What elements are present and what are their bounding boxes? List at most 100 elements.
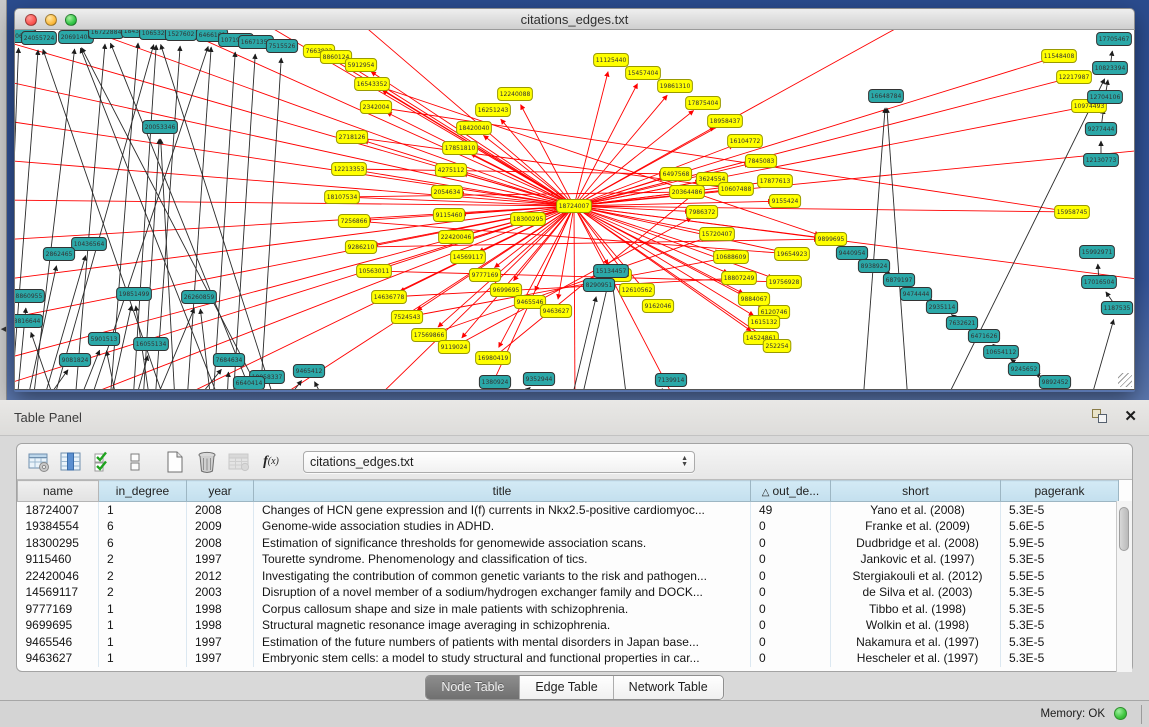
network-node[interactable]: 2054634 bbox=[431, 186, 462, 199]
table-row[interactable]: 1456911722003Disruption of a novel membe… bbox=[18, 584, 1119, 601]
network-node[interactable]: 2342004 bbox=[360, 101, 391, 114]
select-rows-icon[interactable] bbox=[89, 448, 117, 476]
table-row[interactable]: 1938455462009Genome-wide association stu… bbox=[18, 518, 1119, 535]
collapsed-panel-strip[interactable]: ◀ bbox=[0, 0, 7, 400]
network-canvas[interactable]: 1660686424055724206914061672288418433710… bbox=[14, 30, 1135, 390]
network-node[interactable]: 17875404 bbox=[686, 97, 721, 110]
window-titlebar[interactable]: citations_edges.txt bbox=[14, 8, 1135, 30]
network-node[interactable]: 19756928 bbox=[767, 276, 802, 289]
network-node[interactable]: 12240088 bbox=[498, 88, 533, 101]
network-node[interactable]: 9884067 bbox=[738, 293, 769, 306]
network-node[interactable]: 6879197 bbox=[883, 274, 914, 287]
show-column-icon[interactable] bbox=[57, 448, 85, 476]
network-node[interactable]: 12217987 bbox=[1057, 71, 1092, 84]
network-node[interactable]: 2935114 bbox=[926, 301, 957, 314]
network-node[interactable]: 1615132 bbox=[748, 316, 779, 329]
network-node[interactable]: 18300295 bbox=[511, 213, 546, 226]
delete-column-icon[interactable] bbox=[193, 448, 221, 476]
network-node[interactable]: 19861310 bbox=[658, 80, 693, 93]
network-node[interactable]: 12704106 bbox=[1088, 91, 1123, 104]
network-node[interactable]: 6640414 bbox=[233, 377, 264, 390]
function-builder-icon[interactable]: f(x) bbox=[257, 448, 285, 476]
network-node[interactable]: 16648784 bbox=[869, 90, 904, 103]
network-node[interactable]: 5901513 bbox=[88, 333, 119, 346]
network-node[interactable]: 14569117 bbox=[451, 251, 486, 264]
table-scrollbar-thumb[interactable] bbox=[1119, 507, 1129, 551]
network-node[interactable]: 9892452 bbox=[1039, 376, 1070, 389]
network-node[interactable]: 2718126 bbox=[336, 131, 367, 144]
table-row[interactable]: 1872400712008Changes of HCN gene express… bbox=[18, 502, 1119, 519]
create-column-icon[interactable] bbox=[161, 448, 189, 476]
network-graph[interactable]: 1660686424055724206914061672288418433710… bbox=[15, 30, 1134, 390]
network-node[interactable]: 9245652 bbox=[1008, 363, 1039, 376]
network-node[interactable]: 17705467 bbox=[1097, 33, 1132, 46]
network-node[interactable]: 17877613 bbox=[758, 175, 793, 188]
window-resize-grip[interactable] bbox=[1118, 373, 1132, 387]
network-node[interactable]: 10688609 bbox=[714, 251, 749, 264]
network-node[interactable]: 10436564 bbox=[72, 238, 107, 251]
network-node[interactable]: 7632621 bbox=[946, 317, 977, 330]
table-row[interactable]: 969969511998Structural magnetic resonanc… bbox=[18, 617, 1119, 634]
network-node[interactable]: 22420046 bbox=[439, 231, 474, 244]
network-node[interactable]: 19851499 bbox=[117, 288, 152, 301]
column-header-pagerank[interactable]: pagerank bbox=[1001, 481, 1119, 502]
network-node[interactable]: 9162046 bbox=[642, 300, 673, 313]
network-node[interactable]: 15134457 bbox=[594, 265, 629, 278]
network-node[interactable]: 9277444 bbox=[1085, 123, 1116, 136]
network-node[interactable]: 11125440 bbox=[594, 54, 629, 67]
network-node[interactable]: 8290951 bbox=[583, 279, 614, 292]
network-node[interactable]: 6471626 bbox=[968, 330, 999, 343]
table-scrollbar[interactable] bbox=[1116, 501, 1132, 672]
network-node[interactable]: 14636778 bbox=[372, 291, 407, 304]
network-node[interactable]: 18860955 bbox=[15, 290, 44, 303]
network-node[interactable]: 12213353 bbox=[332, 163, 367, 176]
table-row[interactable]: 911546021997Tourette syndrome. Phenomeno… bbox=[18, 551, 1119, 568]
network-node[interactable]: 9155424 bbox=[769, 195, 800, 208]
row-selector-icon[interactable] bbox=[121, 448, 149, 476]
network-node[interactable]: 9115460 bbox=[433, 209, 464, 222]
network-node[interactable]: 9474444 bbox=[900, 288, 931, 301]
table-mode-icon[interactable] bbox=[25, 448, 53, 476]
network-node[interactable]: 9440954 bbox=[836, 247, 867, 260]
network-node[interactable]: 2862465 bbox=[43, 248, 74, 261]
network-node[interactable]: 9465412 bbox=[293, 365, 324, 378]
network-node[interactable]: 9899695 bbox=[815, 233, 846, 246]
network-node[interactable]: 15958745 bbox=[1055, 206, 1090, 219]
network-node[interactable]: 8816644 bbox=[15, 315, 43, 328]
network-node[interactable]: 9286210 bbox=[345, 241, 376, 254]
network-node[interactable]: 18420040 bbox=[457, 122, 492, 135]
network-node[interactable]: 1380924 bbox=[479, 376, 510, 389]
tab-node-table[interactable]: Node Table bbox=[426, 676, 520, 699]
table-row[interactable]: 946362711997Embryonic stem cells: a mode… bbox=[18, 650, 1119, 667]
network-node[interactable]: 10654112 bbox=[984, 346, 1019, 359]
column-header-out_de[interactable]: △out_de... bbox=[751, 481, 831, 502]
network-node[interactable]: 17016504 bbox=[1082, 276, 1117, 289]
network-node[interactable]: 9352944 bbox=[523, 373, 554, 386]
network-node[interactable]: 17569866 bbox=[412, 329, 447, 342]
table-header-row[interactable]: namein_degreeyeartitle△out_de...shortpag… bbox=[18, 481, 1119, 502]
network-node[interactable]: 20053346 bbox=[143, 121, 178, 134]
network-node[interactable]: 9119024 bbox=[438, 341, 469, 354]
network-node[interactable]: 8938924 bbox=[858, 260, 889, 273]
column-header-name[interactable]: name bbox=[18, 481, 99, 502]
network-node[interactable]: 18958437 bbox=[708, 115, 743, 128]
network-node[interactable]: 7139914 bbox=[655, 374, 686, 387]
network-node[interactable]: 24055724 bbox=[22, 32, 57, 45]
network-window[interactable]: citations_edges.txt 16606864240557242069… bbox=[14, 8, 1135, 392]
network-node[interactable]: 15457404 bbox=[626, 67, 661, 80]
close-panel-icon[interactable]: ✕ bbox=[1124, 409, 1137, 424]
table-row[interactable]: 1830029562008Estimation of significance … bbox=[18, 535, 1119, 552]
network-node[interactable]: 9463627 bbox=[540, 305, 571, 318]
network-node[interactable]: 16055134 bbox=[134, 338, 169, 351]
network-node[interactable]: 1527602 bbox=[165, 30, 196, 41]
network-node[interactable]: 11548408 bbox=[1042, 50, 1077, 63]
zoom-window-button[interactable] bbox=[65, 14, 77, 26]
column-header-short[interactable]: short bbox=[831, 481, 1001, 502]
network-node[interactable]: 10823394 bbox=[1093, 62, 1128, 75]
network-node[interactable]: 15992971 bbox=[1080, 246, 1115, 259]
network-node[interactable]: 10563011 bbox=[357, 265, 392, 278]
network-node[interactable]: 12130773 bbox=[1084, 154, 1119, 167]
network-node[interactable]: 16722884 bbox=[89, 30, 124, 39]
network-node[interactable]: 9699695 bbox=[490, 284, 521, 297]
panel-collapse-handle-icon[interactable]: ◀ bbox=[0, 326, 7, 348]
